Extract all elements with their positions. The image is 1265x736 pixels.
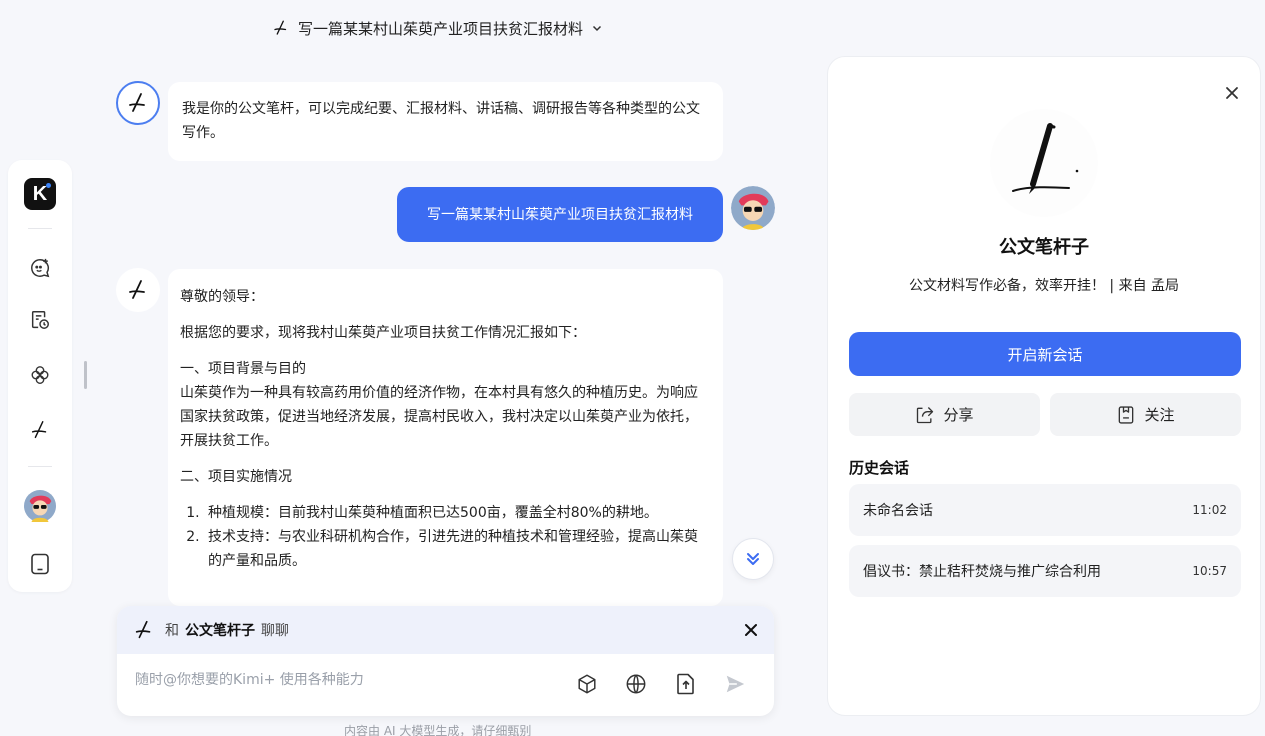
user-message-text: 写一篇某某村山茱萸产业项目扶贫汇报材料 [427, 206, 693, 223]
close-panel-icon[interactable] [1222, 83, 1242, 103]
section-1-title: 一、项目背景与目的 [180, 361, 306, 377]
left-sidebar: K [8, 160, 72, 592]
scroll-to-bottom-button[interactable] [732, 538, 774, 580]
upload-file-icon[interactable] [672, 670, 700, 698]
section-2-title: 二、项目实施情况 [180, 469, 292, 485]
history-title: 历史会话 [849, 459, 910, 477]
history-item-title: 未命名会话 [863, 503, 933, 519]
divider [28, 466, 52, 467]
divider [28, 228, 52, 229]
assistant-message: 我是你的公文笔杆，可以完成纪要、汇报材料、讲话稿、调研报告等各种类型的公文写作。 [168, 82, 723, 161]
agent-info-panel: 公文笔杆子 公文材料写作必备，效率开挂！ | 来自 孟局 开启新会话 分享 关注… [827, 56, 1261, 716]
scrollbar-handle[interactable] [84, 361, 87, 389]
share-label: 分享 [943, 406, 974, 424]
conversation-title[interactable]: 写一篇某某村山茱萸产业项目扶贫汇报材料 [272, 16, 603, 40]
user-avatar [731, 186, 775, 230]
history-item-time: 10:57 [1192, 564, 1227, 578]
new-chat-button[interactable]: 开启新会话 [849, 332, 1241, 376]
agent-name: 公文笔杆子 [999, 237, 1089, 258]
fountain-pen-icon [990, 109, 1098, 217]
composer-agent-bar: 和 公文笔杆子 聊聊 [117, 606, 774, 654]
bookmark-icon [1119, 405, 1134, 424]
globe-icon[interactable] [622, 670, 650, 698]
cube-icon[interactable] [573, 670, 601, 698]
kimi-plus-icon[interactable] [24, 359, 56, 391]
history-item[interactable]: 倡议书：禁止秸秆焚烧与推广综合利用 10:57 [849, 545, 1241, 597]
share-button[interactable]: 分享 [849, 393, 1040, 436]
message-input[interactable] [135, 672, 555, 688]
history-item[interactable]: 未命名会话 11:02 [849, 484, 1241, 536]
list-item: 种植规模：目前我村山茱萸种植面积已达500亩，覆盖全村80%的耕地。 [204, 501, 711, 525]
send-icon[interactable] [721, 670, 749, 698]
new-chat-icon[interactable] [24, 252, 56, 284]
close-icon[interactable] [744, 623, 758, 637]
user-avatar[interactable] [24, 490, 56, 522]
section-1-body: 山茱萸作为一种具有较高药用价值的经济作物，在本村具有悠久的种植历史。为响应国家扶… [180, 385, 698, 449]
composer-agent-name: 公文笔杆子 [185, 623, 255, 639]
pen-icon [274, 20, 287, 35]
pen-agent-icon[interactable] [24, 414, 56, 446]
composer-prefix: 和 [165, 623, 179, 639]
history-icon[interactable] [24, 304, 56, 336]
composer-suffix: 聊聊 [261, 623, 289, 639]
assistant-response: 尊敬的领导： 根据您的要求，现将我村山茱萸产业项目扶贫工作情况汇报如下： 一、项… [168, 269, 723, 606]
pen-icon [129, 280, 145, 299]
history-item-time: 11:02 [1192, 503, 1227, 517]
device-icon[interactable] [24, 548, 56, 580]
pen-icon [135, 620, 151, 639]
double-chevron-down-icon [747, 553, 759, 565]
pen-icon [129, 93, 145, 112]
user-message: 写一篇某某村山茱萸产业项目扶贫汇报材料 [397, 187, 723, 242]
agent-avatar [116, 81, 160, 125]
footer-disclaimer: 内容由 AI 大模型生成，请仔细甄别 [344, 724, 532, 736]
chat-composer: 和 公文笔杆子 聊聊 [117, 606, 774, 716]
list-item: 技术支持：与农业科研机构合作，引进先进的种植技术和管理经验，提高山茱萸的产量和品… [204, 525, 711, 573]
conversation-title-text: 写一篇某某村山茱萸产业项目扶贫汇报材料 [298, 19, 584, 38]
follow-label: 关注 [1144, 406, 1175, 424]
agent-avatar [116, 268, 160, 312]
agent-avatar-large [990, 109, 1098, 217]
section-2-list: 种植规模：目前我村山茱萸种植面积已达500亩，覆盖全村80%的耕地。 技术支持：… [180, 501, 711, 573]
chevron-down-icon [592, 25, 602, 32]
share-icon [917, 406, 934, 423]
follow-button[interactable]: 关注 [1050, 393, 1241, 436]
response-intro: 根据您的要求，现将我村山茱萸产业项目扶贫工作情况汇报如下： [180, 325, 586, 341]
history-item-title: 倡议书：禁止秸秆焚烧与推广综合利用 [863, 564, 1101, 580]
intro-message-text: 我是你的公文笔杆，可以完成纪要、汇报材料、讲话稿、调研报告等各种类型的公文写作。 [182, 101, 700, 141]
logo-icon: K [24, 178, 56, 210]
kimi-logo[interactable]: K [24, 178, 56, 210]
agent-description: 公文材料写作必备，效率开挂！ | 来自 孟局 [908, 278, 1180, 294]
response-greeting: 尊敬的领导： [180, 289, 264, 305]
